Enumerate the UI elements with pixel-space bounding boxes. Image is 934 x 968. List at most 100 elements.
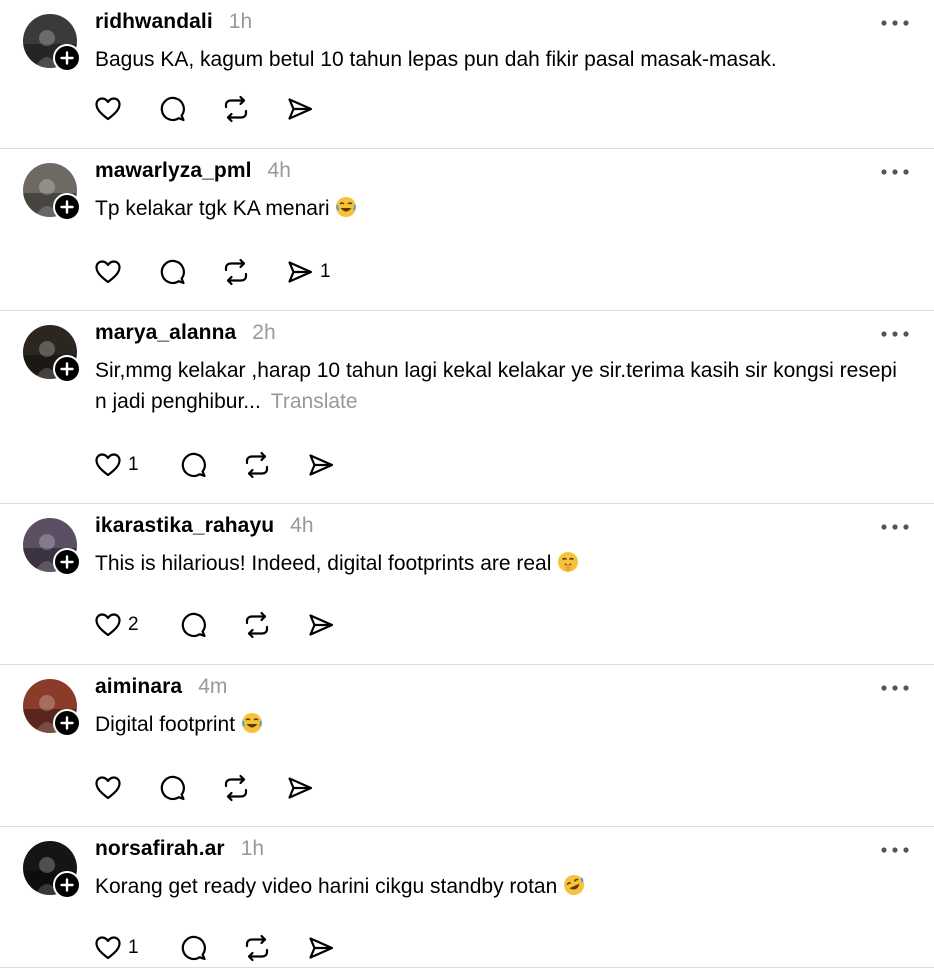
joy-emoji-icon <box>336 197 357 217</box>
avatar[interactable] <box>23 518 81 576</box>
avatar[interactable] <box>23 841 81 899</box>
giggle-emoji-icon <box>558 552 579 572</box>
heart-icon <box>95 776 121 800</box>
avatar[interactable] <box>23 14 81 72</box>
post-body: Korang get ready video harini cikgu stan… <box>95 875 558 898</box>
post-header: ridhwandali 1h <box>95 10 252 36</box>
follow-plus-icon[interactable] <box>53 44 81 72</box>
like-count: 2 <box>128 614 139 635</box>
more-options-icon[interactable] <box>880 679 910 695</box>
post-header: aiminara 4m <box>95 675 227 701</box>
more-options-icon[interactable] <box>880 841 910 857</box>
post-header: marya_alanna 2h <box>95 321 276 347</box>
comment-icon <box>160 259 185 285</box>
timestamp: 4h <box>267 159 291 182</box>
repost-button[interactable] <box>221 92 251 126</box>
repost-icon <box>245 611 268 639</box>
username[interactable]: ikarastika_rahayu <box>95 514 274 538</box>
reply-post: aiminara 4m Digital footprint <box>0 665 934 827</box>
follow-plus-icon[interactable] <box>53 548 81 576</box>
repost-button[interactable] <box>242 448 272 482</box>
post-body: Sir,mmg kelakar ,harap 10 tahun lagi kek… <box>95 359 897 413</box>
like-button[interactable]: 2 <box>94 608 139 642</box>
share-button[interactable] <box>307 931 335 965</box>
post-body: Tp kelakar tgk KA menari <box>95 197 330 220</box>
avatar[interactable] <box>23 325 81 383</box>
reply-post: mawarlyza_pml 4h Tp kelakar tgk KA menari … <box>0 149 934 311</box>
share-button[interactable] <box>286 771 314 805</box>
repost-button[interactable] <box>242 608 272 642</box>
comment-button[interactable] <box>158 255 186 289</box>
like-count: 1 <box>128 937 139 958</box>
avatar[interactable] <box>23 679 81 737</box>
follow-plus-icon[interactable] <box>53 193 81 221</box>
follow-plus-icon[interactable] <box>53 709 81 737</box>
username[interactable]: norsafirah.ar <box>95 837 225 861</box>
repost-icon <box>224 774 248 802</box>
post-text: This is hilarious! Indeed, digital footp… <box>95 548 904 579</box>
action-bar <box>94 771 314 805</box>
like-button[interactable]: 1 <box>94 448 139 482</box>
share-icon <box>288 777 313 799</box>
action-bar <box>94 92 314 126</box>
comment-icon <box>160 775 185 801</box>
repost-icon <box>245 934 268 962</box>
share-button[interactable]: 1 <box>286 255 331 289</box>
heart-icon <box>95 97 121 121</box>
share-button[interactable] <box>286 92 314 126</box>
repost-button[interactable] <box>221 255 251 289</box>
more-options-icon[interactable] <box>880 518 910 534</box>
translate-link[interactable]: Translate <box>271 390 358 413</box>
like-button[interactable]: 1 <box>94 931 139 965</box>
action-bar: 1 <box>94 255 331 289</box>
username[interactable]: marya_alanna <box>95 321 236 345</box>
share-button[interactable] <box>307 608 335 642</box>
repost-icon <box>224 258 248 286</box>
reply-post: ridhwandali 1h Bagus KA, kagum betul 10 ta… <box>0 0 934 149</box>
username[interactable]: mawarlyza_pml <box>95 159 252 183</box>
reply-post: marya_alanna 2h Sir,mmg kelakar ,harap 10 … <box>0 311 934 504</box>
more-options-icon[interactable] <box>880 163 910 179</box>
follow-plus-icon[interactable] <box>53 355 81 383</box>
like-button[interactable] <box>94 92 122 126</box>
share-icon <box>308 614 333 636</box>
share-icon <box>308 937 333 959</box>
share-icon <box>288 261 313 283</box>
username[interactable]: ridhwandali <box>95 10 213 34</box>
reply-post: norsafirah.ar 1h Korang get ready video ha… <box>0 827 934 968</box>
timestamp: 4h <box>290 514 314 537</box>
post-header: ikarastika_rahayu 4h <box>95 514 314 540</box>
comment-icon <box>181 612 206 638</box>
reply-post: ikarastika_rahayu 4h This is hilarious! In… <box>0 504 934 665</box>
avatar[interactable] <box>23 163 81 221</box>
repost-button[interactable] <box>242 931 272 965</box>
follow-plus-icon[interactable] <box>53 871 81 899</box>
username[interactable]: aiminara <box>95 675 182 699</box>
more-options-icon[interactable] <box>880 14 910 30</box>
timestamp: 1h <box>228 10 253 33</box>
repost-icon <box>245 451 268 479</box>
share-count: 1 <box>320 261 331 282</box>
like-button[interactable] <box>94 255 122 289</box>
comment-button[interactable] <box>158 92 186 126</box>
repost-button[interactable] <box>221 771 251 805</box>
post-text: Sir,mmg kelakar ,harap 10 tahun lagi kek… <box>95 355 904 417</box>
share-icon <box>288 98 313 120</box>
comment-button[interactable] <box>158 771 186 805</box>
post-body: Digital footprint <box>95 713 236 736</box>
comment-icon <box>181 452 206 478</box>
joy-emoji-icon <box>241 713 262 733</box>
like-count: 1 <box>128 454 139 475</box>
comment-button[interactable] <box>179 448 207 482</box>
like-button[interactable] <box>94 771 122 805</box>
heart-icon <box>95 936 121 960</box>
post-text: Bagus KA, kagum betul 10 tahun lepas pun… <box>95 44 904 75</box>
comment-icon <box>181 935 206 961</box>
comment-button[interactable] <box>179 608 207 642</box>
post-text: Tp kelakar tgk KA menari <box>95 193 904 224</box>
action-bar: 1 <box>94 448 335 482</box>
more-options-icon[interactable] <box>880 325 910 341</box>
comment-button[interactable] <box>179 931 207 965</box>
share-button[interactable] <box>307 448 335 482</box>
repost-icon <box>224 95 248 123</box>
